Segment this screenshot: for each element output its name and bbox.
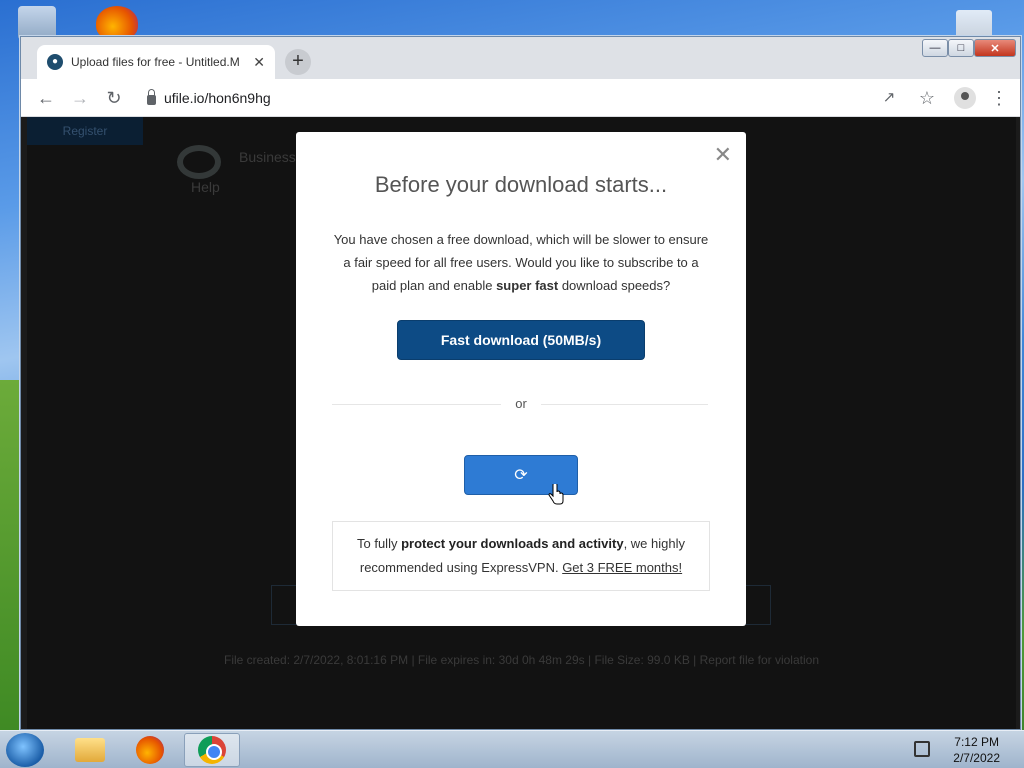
download-modal: ✕ Before your download starts... You hav…	[296, 132, 746, 626]
clock-date: 2/7/2022	[953, 751, 1000, 765]
profile-avatar-icon[interactable]	[954, 87, 976, 109]
window-maximize-button[interactable]: □	[948, 39, 974, 57]
taskbar-firefox[interactable]	[122, 733, 178, 767]
firefox-desktop-icon[interactable]	[96, 6, 138, 40]
recycle-bin-icon[interactable]	[18, 6, 56, 40]
system-clock[interactable]: 7:12 PM 2/7/2022	[953, 734, 1000, 766]
bg-help-link: Help	[191, 179, 220, 195]
modal-description: You have chosen a free download, which w…	[333, 232, 709, 293]
modal-close-icon[interactable]: ✕	[714, 144, 732, 166]
vpn-offer-link[interactable]: Get 3 FREE months!	[562, 560, 682, 575]
window-close-button[interactable]: ✕	[974, 39, 1016, 57]
or-label: or	[501, 396, 541, 411]
windows-taskbar: 7:12 PM 2/7/2022	[0, 730, 1024, 768]
ufile-favicon-icon: ●	[47, 54, 63, 70]
network-tray-icon[interactable]	[914, 741, 930, 757]
modal-title: Before your download starts...	[374, 172, 668, 197]
back-arrow-icon[interactable]: ←	[33, 85, 59, 111]
taskbar-chrome[interactable]	[184, 733, 240, 767]
bg-file-info: File created: 2/7/2022, 8:01:16 PM | Fil…	[224, 653, 819, 667]
reload-icon[interactable]: ↻	[101, 85, 127, 111]
chrome-icon	[198, 736, 226, 764]
refresh-icon: ⟳	[514, 467, 528, 484]
address-bar[interactable]: ufile.io/hon6n9hg	[133, 84, 733, 112]
vpn-promo-box: To fully protect your downloads and acti…	[332, 521, 710, 591]
desktop-wallpaper-grass	[0, 380, 22, 730]
folder-icon	[75, 738, 105, 762]
browser-toolbar: ← → ↻ ufile.io/hon6n9hg ↗ ☆ ⋮	[21, 79, 1020, 117]
browser-tab[interactable]: ● Upload files for free - Untitled.M ✕	[37, 45, 275, 79]
url-text: ufile.io/hon6n9hg	[164, 90, 271, 106]
tab-close-icon[interactable]: ✕	[253, 54, 265, 71]
bookmark-star-icon[interactable]: ☆	[914, 85, 940, 111]
share-icon[interactable]: ↗	[876, 85, 902, 111]
ufile-logo-icon	[177, 145, 221, 179]
bg-business-link: Business	[239, 149, 296, 165]
tab-title: Upload files for free - Untitled.M	[71, 55, 240, 69]
lock-icon	[147, 89, 156, 105]
forward-arrow-icon[interactable]: →	[67, 85, 93, 111]
taskbar-explorer[interactable]	[62, 733, 118, 767]
browser-titlebar: ● Upload files for free - Untitled.M ✕ +…	[21, 37, 1020, 79]
start-button-icon[interactable]	[6, 733, 44, 767]
fast-download-button[interactable]: Fast download (50MB/s)	[397, 320, 645, 360]
firefox-icon	[136, 736, 164, 764]
new-tab-button[interactable]: +	[285, 49, 311, 75]
bg-register-button: Register	[27, 117, 143, 145]
window-minimize-button[interactable]: —	[922, 39, 948, 57]
hand-cursor-icon	[548, 484, 564, 505]
browser-menu-icon[interactable]: ⋮	[986, 85, 1012, 111]
clock-time: 7:12 PM	[954, 735, 999, 749]
